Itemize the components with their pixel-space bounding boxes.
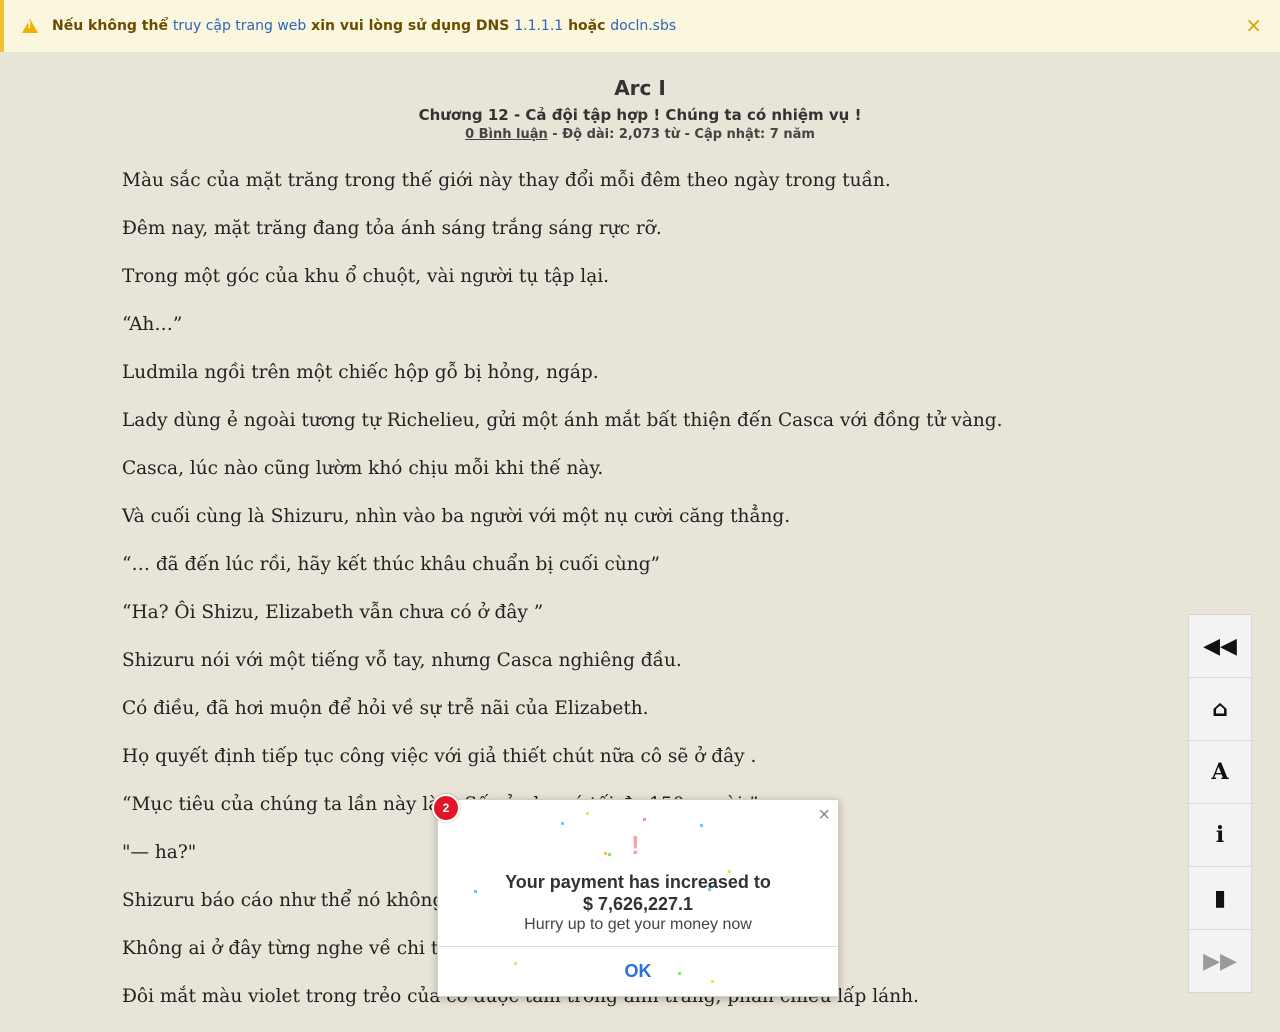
paragraph: Trong một góc của khu ổ chuột, vài người…	[122, 266, 610, 287]
confetti-dot	[700, 824, 703, 827]
confetti-dot	[586, 812, 589, 815]
confetti-dot	[643, 818, 646, 821]
info-icon: i	[1215, 822, 1225, 848]
paragraph: “Ha? Ôi Shizu, Elizabeth vẫn chưa có ở đ…	[122, 602, 544, 623]
paragraph: Đêm nay, mặt trăng đang tỏa ánh sáng trắ…	[122, 218, 662, 239]
confetti-dot	[561, 822, 564, 825]
prev-chapter-button[interactable]: ◀◀	[1189, 615, 1251, 678]
arc-title: Arc I	[614, 76, 666, 100]
paragraph: Ludmila ngồi trên một chiếc hộp gỗ bị hỏ…	[122, 362, 599, 383]
notice-close-icon[interactable]: ×	[1245, 15, 1262, 35]
rewind-icon: ◀◀	[1203, 633, 1237, 659]
chapter-header: Arc I Chương 12 - Cả đội tập hợp ! Chúng…	[0, 76, 1280, 142]
notice-text-part3: hoặc	[563, 18, 611, 34]
chapter-title: Chương 12 - Cả đội tập hợp ! Chúng ta có…	[418, 106, 862, 124]
notice-link-domain[interactable]: docln.sbs	[610, 18, 676, 34]
payment-subtext: Hurry up to get your money now	[524, 916, 752, 933]
font-icon: A	[1211, 759, 1229, 785]
popup-divider	[438, 946, 838, 947]
notice-text-part1: Nếu không thể	[52, 18, 173, 34]
comments-link[interactable]: 0 Bình luận	[465, 127, 548, 142]
notice-text-part2: xin vui lòng sử dụng DNS	[306, 18, 515, 34]
paragraph: “Ah…”	[122, 314, 183, 335]
paragraph: Có điều, đã hơi muộn để hỏi về sự trễ nã…	[122, 698, 649, 719]
notice-dns-value: 1.1.1.1	[514, 18, 564, 34]
confetti-dot	[514, 962, 517, 965]
payment-amount: $ 7,626,227.1	[582, 894, 694, 914]
bookmark-icon: ▮	[1213, 885, 1227, 911]
payment-popup: 2 × ! Your payment has increased to $ 7,…	[432, 794, 839, 997]
warning-icon	[22, 19, 38, 33]
chapter-meta: 0 Bình luận - Độ dài: 2,073 từ - Cập nhậ…	[0, 127, 1280, 142]
chapter-meta-info: - Độ dài: 2,073 từ - Cập nhật: 7 năm	[547, 127, 815, 142]
fast-forward-icon: ▶▶	[1203, 948, 1237, 974]
notice-link-access[interactable]: truy cập trang web	[173, 18, 306, 34]
confetti-dot	[678, 972, 681, 975]
next-chapter-button[interactable]: ▶▶	[1189, 930, 1251, 992]
paragraph: Họ quyết định tiếp tục công việc với giả…	[122, 746, 757, 767]
bookmark-button[interactable]: ▮	[1189, 867, 1251, 930]
paragraph: Casca, lúc nào cũng lườm khó chịu mỗi kh…	[122, 458, 604, 479]
paragraph: Màu sắc của mặt trăng trong thế giới này…	[122, 170, 891, 191]
popup-close-icon[interactable]: ×	[818, 804, 830, 827]
ok-button[interactable]: OK	[608, 956, 668, 986]
alert-exclamation-icon: !	[631, 830, 640, 860]
confetti-dot	[608, 853, 611, 856]
payment-message: Your payment has increased to	[505, 872, 771, 892]
paragraph: Lady dùng ẻ ngoài tương tự Richelieu, gử…	[122, 410, 1003, 431]
reader-side-nav: ◀◀ ⌂ A i ▮ ▶▶	[1188, 614, 1252, 993]
notification-badge: 2	[432, 794, 460, 822]
home-button[interactable]: ⌂	[1189, 678, 1251, 741]
confetti-dot	[711, 980, 714, 983]
home-icon: ⌂	[1212, 696, 1228, 722]
info-button[interactable]: i	[1189, 804, 1251, 867]
paragraph: “… đã đến lúc rồi, hãy kết thúc khâu chu…	[122, 554, 661, 575]
paragraph: Và cuối cùng là Shizuru, nhìn vào ba ngư…	[122, 506, 791, 527]
confetti-dot	[604, 852, 607, 855]
font-settings-button[interactable]: A	[1189, 741, 1251, 804]
notice-text: Nếu không thể truy cập trang web xin vui…	[52, 18, 676, 34]
dns-notice-bar: Nếu không thể truy cập trang web xin vui…	[0, 0, 1280, 52]
paragraph: Shizuru nói với một tiếng vỗ tay, nhưng …	[122, 650, 682, 671]
